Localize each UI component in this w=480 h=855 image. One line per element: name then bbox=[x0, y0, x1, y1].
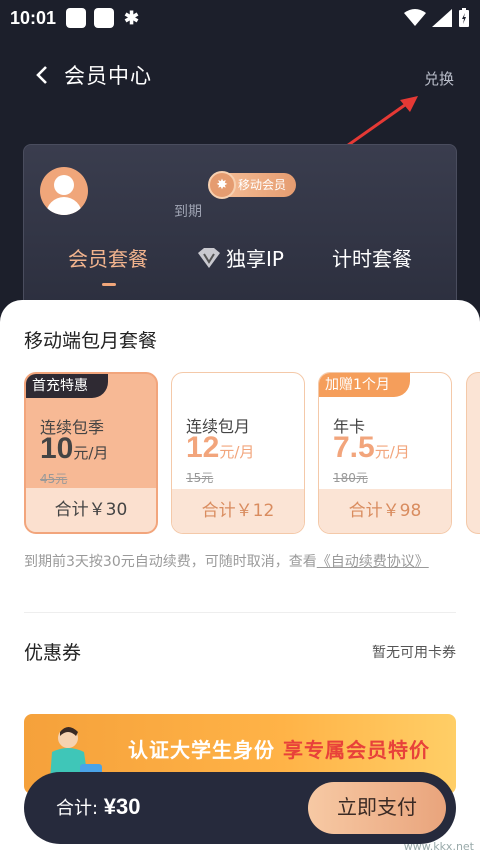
pay-bar: 合计: ¥30 立即支付 bbox=[24, 772, 456, 844]
plan-card-annual[interactable]: 加赠1个月 年卡 7.5元/月 180元 合计￥98 bbox=[318, 372, 452, 534]
pay-total-label: 合计: bbox=[56, 798, 104, 819]
tab-timed-packages[interactable]: 计时套餐 bbox=[332, 243, 412, 272]
pay-total: 合计: ¥30 bbox=[56, 794, 141, 820]
diamond-icon bbox=[198, 247, 220, 268]
tab-indicator bbox=[102, 283, 116, 286]
plan-total: 合计￥30 bbox=[26, 488, 156, 532]
notification-icon bbox=[94, 8, 115, 28]
plan-card-monthly[interactable]: 连续包月 12元/月 15元 合计￥12 bbox=[171, 372, 305, 534]
plan-total: 合计￥12 bbox=[172, 489, 304, 533]
member-card: ✸ 移动会员 到期 会员套餐 独享IP 计时套餐 bbox=[23, 144, 457, 324]
section-title: 移动端包月套餐 bbox=[24, 330, 158, 352]
plan-tag: 首充特惠 bbox=[26, 374, 108, 398]
notification-icon bbox=[66, 8, 87, 28]
plan-price-value: 12 bbox=[186, 431, 220, 464]
plan-price-value: 10 bbox=[40, 432, 74, 465]
plan-card-quarterly[interactable]: 首充特惠 连续包季 10元/月 45元 合计￥30 bbox=[24, 372, 158, 534]
wifi-icon bbox=[404, 9, 426, 26]
tab-exclusive-ip-label: 独享IP bbox=[226, 247, 284, 271]
watermark: www.kkx.net bbox=[403, 840, 474, 853]
plan-tag: 加赠1个月 bbox=[319, 373, 410, 397]
back-icon[interactable] bbox=[22, 55, 62, 95]
banner-text-part1: 认证大学生身份 bbox=[128, 738, 275, 762]
expire-text: 到期 bbox=[174, 204, 202, 220]
plan-price: 12元/月 bbox=[186, 431, 254, 465]
redeem-button[interactable]: 兑换 bbox=[424, 68, 454, 89]
plan-price-unit: 元/月 bbox=[374, 443, 410, 461]
coupon-label: 优惠券 bbox=[24, 642, 82, 664]
member-badge: ✸ 移动会员 bbox=[208, 171, 297, 199]
status-time: 10:01 bbox=[10, 7, 57, 28]
banner-text-part2: 享专属会员特价 bbox=[282, 738, 430, 762]
auto-renew-agreement-link[interactable]: 《自动续费协议》 bbox=[317, 554, 429, 570]
plan-original-price: 45元 bbox=[40, 472, 68, 486]
plan-price-unit: 元/月 bbox=[219, 443, 255, 461]
divider bbox=[24, 612, 456, 613]
tab-member-packages[interactable]: 会员套餐 bbox=[68, 243, 148, 272]
plan-original-price: 180元 bbox=[333, 471, 368, 485]
avatar[interactable] bbox=[40, 167, 88, 215]
battery-icon bbox=[459, 8, 469, 27]
bug-icon: ✱ bbox=[124, 7, 140, 28]
banner-text: 认证大学生身份 享专属会员特价 bbox=[128, 734, 430, 763]
pay-now-button[interactable]: 立即支付 bbox=[308, 782, 446, 834]
plan-card-next[interactable] bbox=[466, 372, 480, 534]
status-bar: 10:01 ✱ bbox=[0, 0, 480, 36]
plan-price-unit: 元/月 bbox=[73, 444, 109, 462]
plan-price-value: 7.5 bbox=[333, 431, 375, 464]
plan-original-price: 15元 bbox=[186, 471, 214, 485]
auto-renew-note: 到期前3天按30元自动续费，可随时取消，查看《自动续费协议》 bbox=[24, 552, 454, 572]
medal-icon: ✸ bbox=[208, 171, 236, 199]
tabs: 会员套餐 独享IP 计时套餐 bbox=[24, 243, 458, 283]
page-title: 会员中心 bbox=[64, 64, 152, 88]
signal-icon bbox=[432, 9, 452, 27]
tab-exclusive-ip[interactable]: 独享IP bbox=[196, 243, 284, 272]
auto-renew-text: 到期前3天按30元自动续费，可随时取消，查看 bbox=[24, 554, 317, 570]
pay-total-amount: ¥30 bbox=[103, 794, 141, 819]
plan-total: 合计￥98 bbox=[319, 489, 451, 533]
plan-price: 7.5元/月 bbox=[333, 431, 410, 465]
coupon-selector[interactable]: 暂无可用卡券 bbox=[372, 642, 456, 662]
plan-price: 10元/月 bbox=[40, 432, 108, 466]
member-badge-label: 移动会员 bbox=[238, 178, 287, 192]
